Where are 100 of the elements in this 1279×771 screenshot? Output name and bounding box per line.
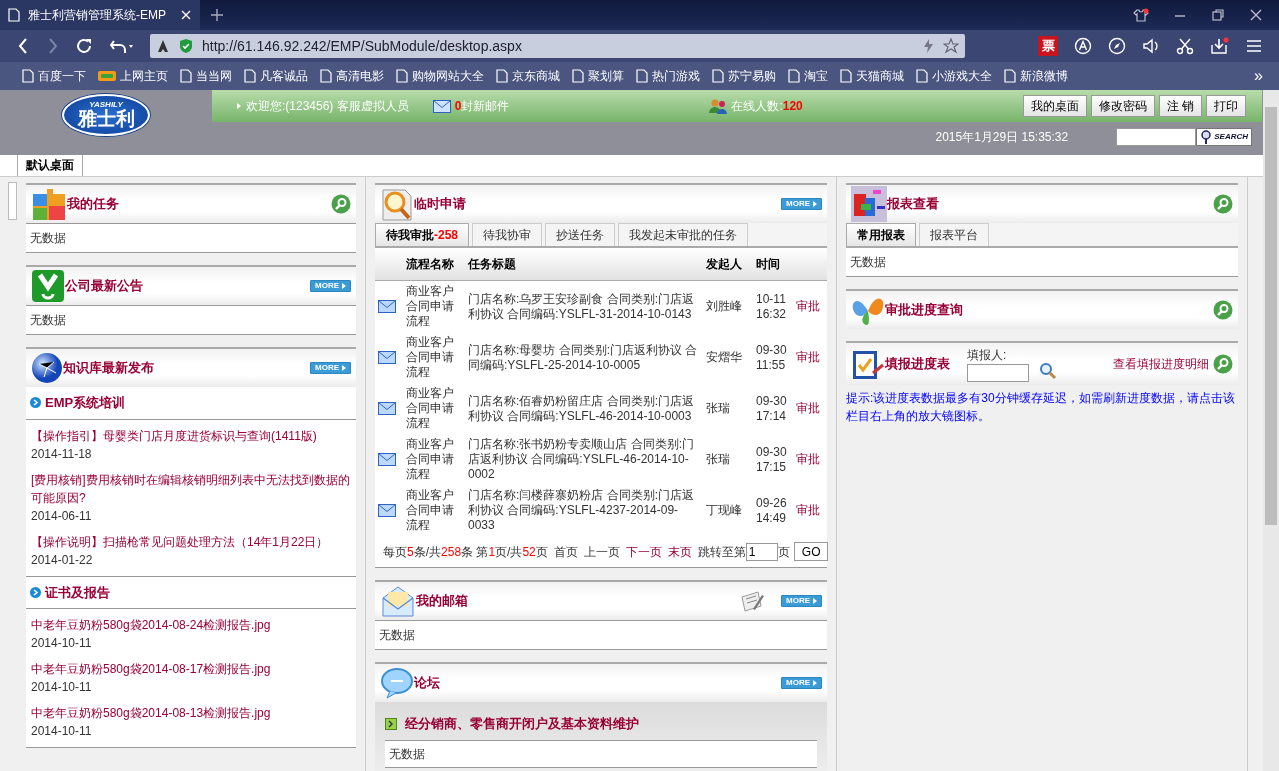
magnifier-icon[interactable] — [1200, 129, 1213, 145]
bookmark[interactable]: 凡客诚品 — [238, 67, 314, 85]
table-cell: 09-26 14:49 — [756, 495, 787, 525]
scrollbar[interactable] — [1263, 90, 1279, 771]
empty-text: 无数据 — [379, 628, 415, 642]
new-tab-icon[interactable] — [210, 8, 224, 22]
pager-link[interactable]: 下一页 — [625, 542, 662, 561]
lightning-icon[interactable] — [921, 38, 935, 54]
more-bookmarks-button[interactable]: » — [1254, 64, 1263, 88]
bookmark[interactable]: 热门游戏 — [630, 67, 706, 85]
bookmark[interactable]: 当当网 — [174, 67, 238, 85]
progress-detail-link[interactable]: 查看填报进度明细 — [1113, 355, 1209, 373]
bookmark[interactable]: 小游戏大全 — [910, 67, 998, 85]
panel-title: 临时申请 — [414, 195, 466, 214]
note-pencil-icon[interactable] — [739, 589, 765, 613]
panel-tab[interactable]: 常用报表 — [846, 223, 916, 246]
bookmark[interactable]: 百度一下 — [16, 67, 92, 85]
table-cell: 商业客户合同申请流程 — [406, 488, 454, 532]
panel-title: 知识库最新发布 — [63, 359, 154, 378]
desktop-tab[interactable]: 默认桌面 — [17, 153, 83, 176]
envelope-icon — [380, 584, 416, 618]
pager-link[interactable]: 末页 — [667, 542, 692, 561]
table-cell: 丁现峰 — [706, 503, 742, 517]
reload-icon[interactable] — [76, 37, 94, 55]
side-handle[interactable] — [8, 182, 17, 220]
panel-tab[interactable]: 待我协审 — [472, 223, 543, 246]
panel-tab[interactable]: 待我审批-258 — [375, 223, 470, 246]
article-link[interactable]: 中老年豆奶粉580g袋2014-08-24检测报告.jpg — [31, 616, 351, 634]
star-icon[interactable] — [943, 38, 959, 54]
table-cell: 门店名称:闫楼薛寨奶粉店 合同类别:门店返利协议 合同编码:YSLFL-4237-2014-09-0033 — [468, 488, 694, 532]
v-logo-icon — [31, 269, 65, 303]
scissors-icon[interactable] — [1176, 37, 1194, 55]
menu-icon[interactable] — [1245, 37, 1263, 55]
approve-link[interactable]: 审批 — [796, 350, 820, 364]
search-icon[interactable] — [331, 194, 351, 214]
approve-link[interactable]: 审批 — [796, 401, 820, 415]
article-link[interactable]: [费用核销]费用核销时在编辑核销明细列表中无法找到数据的可能原因? — [31, 470, 351, 507]
page-number-field[interactable]: 1 — [745, 542, 778, 561]
panel-title: 公司最新公告 — [65, 277, 143, 296]
arrow-icon — [813, 598, 817, 604]
bookmark[interactable]: 购物网站大全 — [390, 67, 490, 85]
bookmark[interactable]: 聚划算 — [566, 67, 630, 85]
bookmark[interactable]: 淘宝 — [782, 67, 834, 85]
forward-icon[interactable] — [46, 37, 60, 55]
compass-icon[interactable] — [1108, 37, 1126, 55]
search-field[interactable] — [1116, 128, 1197, 146]
header-button[interactable]: 我的桌面 — [1022, 95, 1087, 117]
download-icon[interactable] — [1210, 37, 1229, 55]
table-cell: 09-30 11:55 — [756, 342, 787, 372]
go-button[interactable]: GO — [793, 542, 829, 561]
arrow-icon — [813, 201, 817, 207]
envelope-icon — [432, 99, 451, 113]
page-icon — [572, 69, 584, 83]
search-icon[interactable] — [1213, 300, 1233, 320]
address-bar[interactable]: http://61.146.92.242/EMP/SubModule/desktop.aspx — [150, 34, 965, 58]
close-icon[interactable] — [1249, 8, 1263, 22]
panel-tab[interactable]: 我发起未审批的任务 — [618, 223, 749, 246]
search-button[interactable]: SEARCH — [1196, 128, 1252, 146]
bookmark[interactable]: 天猫商城 — [834, 67, 910, 85]
table-cell: 10-11 16:32 — [756, 291, 787, 321]
speaker-icon[interactable] — [1142, 37, 1160, 55]
page-icon — [8, 8, 20, 22]
page-icon — [496, 69, 508, 83]
ticket-badge[interactable]: 票 — [1038, 36, 1058, 56]
speech-bubble-icon — [380, 666, 414, 700]
search-icon[interactable] — [1213, 354, 1233, 374]
approve-link[interactable]: 审批 — [796, 503, 820, 517]
article-link[interactable]: 【操作指引】母婴类门店月度进货标识与查询(1411版) — [31, 426, 351, 445]
bookmark[interactable]: 京东商城 — [490, 67, 566, 85]
header-button[interactable]: 注 销 — [1158, 95, 1202, 117]
date-text: 2014-06-11 — [31, 507, 93, 525]
bookmark[interactable]: 苏宁易购 — [706, 67, 782, 85]
shirt-icon[interactable] — [1133, 7, 1149, 23]
panel-tab[interactable]: 抄送任务 — [545, 223, 616, 246]
panel-tab[interactable]: 报表平台 — [919, 223, 989, 246]
bookmark[interactable]: 高清电影 — [314, 67, 390, 85]
article-link[interactable]: 【操作说明】扫描枪常见问题处理方法（14年1月22日） — [31, 532, 351, 551]
bookmark[interactable]: 新浪微博 — [998, 67, 1074, 85]
circle-a-icon[interactable] — [1074, 37, 1092, 55]
table-cell: 商业客户合同申请流程 — [406, 284, 454, 328]
name-field[interactable] — [967, 364, 1029, 382]
table-cell: 09-30 17:15 — [756, 444, 787, 474]
page-icon — [396, 69, 408, 83]
header-button[interactable]: 打印 — [1206, 95, 1246, 117]
homepage-icon — [98, 69, 116, 83]
browser-tab[interactable]: 雅士利营销管理系统-EMP — [0, 0, 200, 30]
bookmark[interactable]: 上网主页 — [92, 67, 174, 85]
page-icon — [916, 69, 928, 83]
panel-title: 报表查看 — [887, 195, 939, 214]
date-text: 2014-01-22 — [31, 551, 94, 569]
header-button[interactable]: 修改密码 — [1090, 95, 1155, 117]
tab-title: 雅士利营销管理系统-EMP — [28, 7, 167, 24]
approve-link[interactable]: 审批 — [796, 299, 820, 313]
back-icon[interactable] — [16, 37, 30, 55]
search-icon[interactable] — [1213, 194, 1233, 214]
restore-icon[interactable] — [1211, 8, 1225, 22]
article-link[interactable]: 中老年豆奶粉580g袋2014-08-13检测报告.jpg — [31, 704, 351, 722]
article-link[interactable]: 中老年豆奶粉580g袋2014-08-17检测报告.jpg — [31, 660, 351, 678]
datetime-text: 2015年1月29日 15:35:32 — [935, 129, 1069, 146]
approve-link[interactable]: 审批 — [796, 452, 820, 466]
